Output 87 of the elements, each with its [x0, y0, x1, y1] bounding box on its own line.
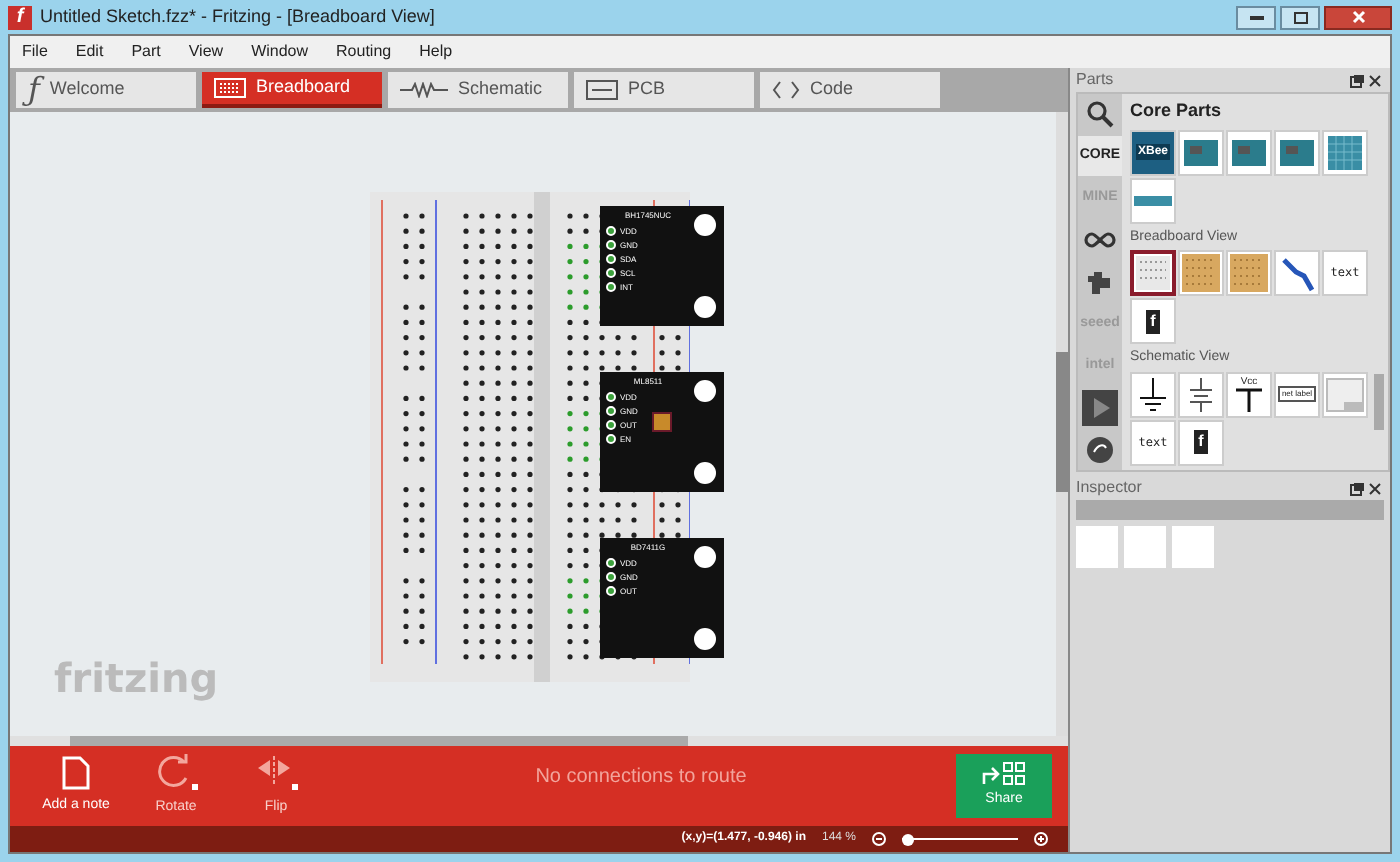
maximize-button[interactable]: [1280, 5, 1320, 29]
rotate-icon: [154, 752, 198, 793]
pcb-icon: [586, 80, 618, 100]
panel-title: Parts: [1076, 68, 1114, 92]
board-part[interactable]: [1178, 129, 1224, 175]
board-part[interactable]: [1274, 129, 1320, 175]
menu-item[interactable]: File: [22, 40, 48, 64]
menu-item[interactable]: Edit: [75, 40, 104, 64]
app-icon: f: [8, 5, 32, 29]
flip-icon: [254, 752, 298, 793]
view-tab[interactable]: PCB: [574, 72, 754, 108]
panel-controls-icon: [1350, 481, 1382, 495]
perfboard-icon: [1230, 254, 1268, 292]
board-icon: [1232, 139, 1266, 165]
grid-part[interactable]: [1322, 129, 1368, 175]
resistor-icon: [400, 82, 448, 98]
board-icon: [1184, 139, 1218, 165]
bin-title: Core Parts: [1130, 98, 1224, 124]
ground-icon: [1138, 377, 1168, 411]
logo-label: f: [1146, 309, 1160, 333]
share-icon: [982, 761, 1026, 786]
battery-icon: [1186, 377, 1216, 411]
close-button[interactable]: [1324, 5, 1392, 29]
logo-part[interactable]: f: [1130, 298, 1176, 344]
maximize-icon: [1293, 11, 1307, 23]
close-icon: [1351, 10, 1365, 24]
strip-icon: [1134, 195, 1172, 205]
perfboard-part[interactable]: [1178, 250, 1224, 296]
view-tab[interactable]: Breadboard: [202, 72, 382, 108]
wire-part[interactable]: [1274, 250, 1320, 296]
panel-controls-icon: [1350, 73, 1382, 87]
puzzle-icon: [1088, 268, 1112, 296]
mounting-hole-icon: [694, 462, 716, 484]
minus-icon: [876, 838, 882, 840]
grid-icon: [1328, 135, 1362, 169]
window-title: Untitled Sketch.fzz* - Fritzing - [Breadboard View]: [40, 3, 435, 30]
play-icon: [1082, 390, 1118, 426]
zoom-out-button[interactable]: [872, 832, 886, 846]
power-symbol-icon: [1234, 387, 1264, 411]
plus-icon: [1038, 836, 1044, 842]
mounting-hole-icon: [694, 214, 716, 236]
zoom-slider[interactable]: [902, 832, 1018, 846]
breadboard-icon: [214, 78, 246, 98]
zoom-in-button[interactable]: [1034, 832, 1048, 846]
inspector-image: [1076, 526, 1118, 568]
inspector-image: [1124, 526, 1166, 568]
strip-part[interactable]: [1130, 177, 1176, 223]
power-part[interactable]: [1178, 371, 1224, 417]
code-icon: [772, 80, 800, 100]
frame-icon: [1326, 377, 1364, 411]
menu-item[interactable]: View: [188, 40, 224, 64]
zoom-slider-thumb[interactable]: [901, 833, 914, 845]
logo-label: f: [1194, 430, 1208, 454]
breadboard-part[interactable]: [1130, 250, 1176, 296]
menu-item[interactable]: Routing: [336, 40, 392, 64]
view-tab[interactable]: Schematic: [388, 72, 568, 108]
routing-status: No connections to route: [533, 763, 749, 791]
vertical-scrollbar[interactable]: [1056, 112, 1068, 736]
menu-item[interactable]: Part: [131, 40, 161, 64]
sensor-chip-icon: [652, 412, 672, 432]
breadboard-icon: [1136, 256, 1170, 290]
panel-title: Inspector: [1076, 476, 1142, 500]
perfboard-icon: [1182, 254, 1220, 292]
note-icon: [62, 755, 90, 790]
board-icon: [1280, 139, 1314, 165]
menu-item[interactable]: Window: [251, 40, 309, 64]
parts-scrollbar[interactable]: [1374, 374, 1384, 430]
view-tab[interactable]: ƒ Welcome: [16, 72, 196, 108]
ground-part[interactable]: [1130, 371, 1176, 417]
wire-icon: [1278, 254, 1316, 292]
mounting-hole-icon: [694, 546, 716, 568]
perfboard-part[interactable]: [1226, 250, 1272, 296]
infinity-icon: [1084, 232, 1116, 248]
minimize-button[interactable]: [1236, 5, 1276, 29]
logo-part[interactable]: f: [1178, 419, 1224, 465]
menu-item[interactable]: Help: [419, 40, 453, 64]
inspector-image: [1172, 526, 1214, 568]
board-part[interactable]: [1226, 129, 1272, 175]
mounting-hole-icon: [694, 380, 716, 402]
play-bin-button[interactable]: [1078, 388, 1122, 428]
search-icon: [1086, 100, 1114, 128]
mounting-hole-icon: [694, 628, 716, 650]
minimize-icon: [1249, 15, 1263, 19]
circle-icon: [1086, 436, 1114, 464]
horizontal-scrollbar[interactable]: [10, 736, 1068, 746]
mounting-hole-icon: [694, 296, 716, 318]
view-tab[interactable]: Code: [760, 72, 940, 108]
